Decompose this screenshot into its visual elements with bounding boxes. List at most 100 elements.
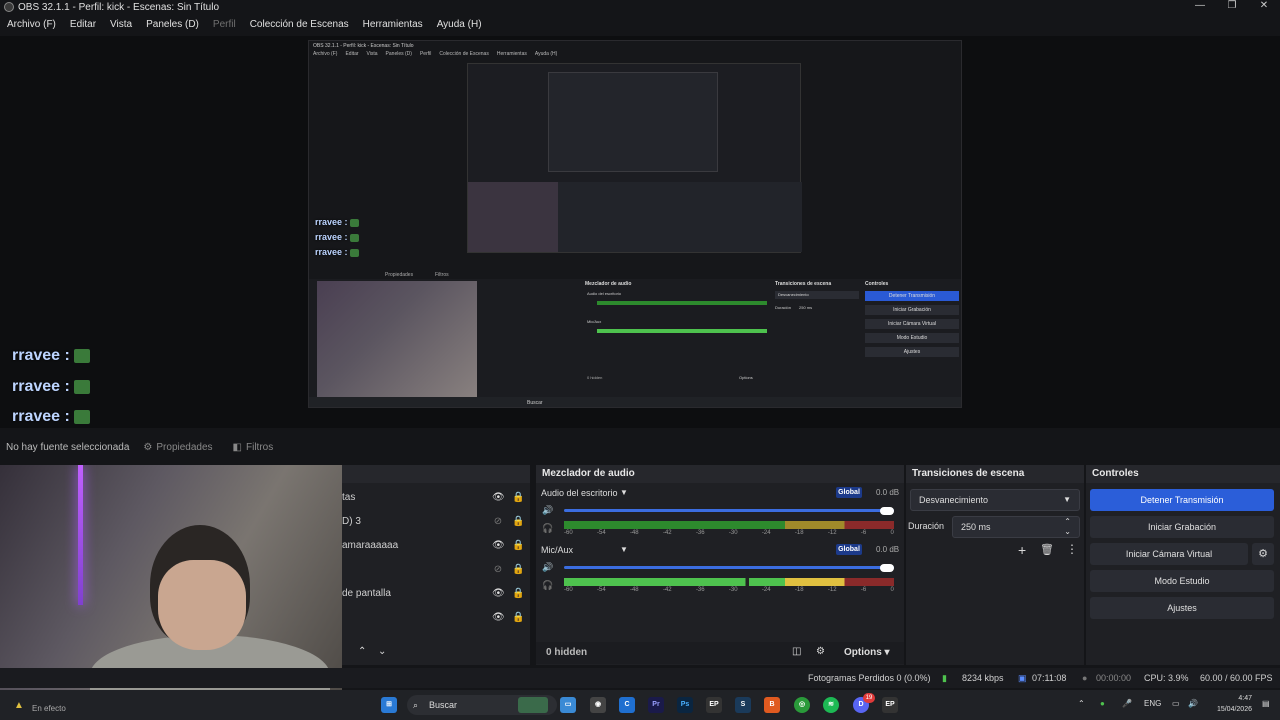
lock-icon[interactable]: 🔒: [512, 612, 524, 623]
language-label[interactable]: ENG: [1144, 699, 1161, 708]
obs-taskbar-icon[interactable]: ◉: [590, 697, 606, 713]
menu-archivo[interactable]: Archivo (F): [0, 16, 63, 34]
start-record-button[interactable]: Iniciar Grabación: [1090, 516, 1274, 538]
spotify-icon[interactable]: ≋: [823, 697, 839, 713]
layout-icon[interactable]: ◫: [792, 646, 801, 657]
nested-chat-user: rravee: [315, 232, 343, 242]
settings-button[interactable]: Ajustes: [1090, 597, 1274, 619]
speaker-icon[interactable]: 🔊: [1188, 699, 1198, 708]
menu-herramientas[interactable]: Herramientas: [356, 16, 430, 34]
nested-menu-perfil: Perfil: [419, 51, 432, 57]
lock-icon[interactable]: 🔒: [512, 540, 524, 551]
move-up-icon[interactable]: ⌃: [358, 646, 366, 657]
premiere-icon[interactable]: Pr: [648, 697, 664, 713]
lock-icon[interactable]: 🔒: [512, 516, 524, 527]
volume-knob[interactable]: [880, 564, 894, 572]
capcut-icon[interactable]: C: [619, 697, 635, 713]
transition-value: Desvanecimiento: [919, 495, 989, 505]
source-item[interactable]: tas: [342, 492, 355, 503]
chrome-icon[interactable]: ◎: [794, 697, 810, 713]
windows-start-icon[interactable]: ⊞: [381, 697, 397, 713]
mic-icon[interactable]: 🎤: [1122, 699, 1132, 708]
brave-icon[interactable]: B: [764, 697, 780, 713]
menu-paneles[interactable]: Paneles (D): [139, 16, 206, 34]
scale-tick: 0: [890, 530, 894, 536]
source-item[interactable]: de pantalla: [342, 588, 391, 599]
eye-hidden-icon[interactable]: ⊘: [492, 516, 504, 527]
monitor-icon[interactable]: 🎧: [542, 580, 553, 591]
led-strip: [78, 465, 83, 605]
maximize-icon[interactable]: ❐: [1216, 0, 1248, 11]
preview-canvas[interactable]: OBS 32.1.1 - Perfil: kick - Escenas: Sin…: [0, 36, 1280, 428]
minimize-icon[interactable]: —: [1184, 0, 1216, 11]
chevron-down-icon[interactable]: ▼: [620, 488, 628, 497]
epic-games-icon[interactable]: EP: [706, 697, 722, 713]
move-down-icon[interactable]: ⌄: [378, 646, 386, 657]
menu-editar[interactable]: Editar: [63, 16, 103, 34]
source-item[interactable]: D) 3: [342, 516, 361, 527]
start-virtual-cam-button[interactable]: Iniciar Cámara Virtual: [1090, 543, 1248, 565]
emote-icon: [74, 348, 91, 363]
eye-icon[interactable]: 👁: [492, 492, 505, 503]
steam-icon[interactable]: S: [735, 697, 751, 713]
volume-knob[interactable]: [880, 507, 894, 515]
monitor-icon[interactable]: 🎧: [542, 523, 553, 534]
nested-inner-panels: [558, 182, 802, 252]
nested-studio-mode: Modo Estudio: [865, 333, 959, 343]
close-icon[interactable]: ✕: [1248, 0, 1280, 11]
nested-menu-vista: Vista: [366, 51, 378, 57]
chevron-down-icon[interactable]: ▼: [620, 545, 628, 554]
eye-icon[interactable]: 👁: [492, 588, 505, 599]
menu-ayuda[interactable]: Ayuda (H): [430, 16, 489, 34]
duration-input[interactable]: 250 ms ⌃ ⌄: [952, 516, 1080, 538]
epic-games-icon-2[interactable]: EP: [882, 697, 898, 713]
notification-icon[interactable]: ▤: [1262, 699, 1270, 708]
nested-chat-sep: :: [344, 232, 348, 242]
source-toolbar: No hay fuente seleccionada ⚙ Propiedades …: [0, 436, 1280, 458]
scale-tick: 0: [890, 587, 894, 593]
widget-icon[interactable]: [518, 697, 548, 713]
network-icon[interactable]: ▭: [1172, 699, 1180, 708]
photoshop-icon[interactable]: Ps: [677, 697, 693, 713]
lock-icon[interactable]: 🔒: [512, 492, 524, 503]
volume-slider[interactable]: [564, 509, 894, 512]
add-icon[interactable]: +: [1018, 542, 1026, 558]
chevron-up-icon[interactable]: ⌃: [1078, 699, 1085, 708]
lock-icon[interactable]: 🔒: [512, 564, 524, 575]
emote-icon: [350, 233, 360, 242]
filters-button[interactable]: ◧ Filtros: [227, 440, 280, 455]
status-bar: Fotogramas Perdidos 0 (0.0%) ▮ 8234 kbps…: [0, 668, 1280, 688]
more-icon[interactable]: ⋮: [1066, 542, 1078, 556]
nested-inner-preview: [548, 72, 718, 172]
volume-slider[interactable]: [564, 566, 894, 569]
eye-icon[interactable]: 👁: [492, 612, 505, 623]
stop-stream-button[interactable]: Detener Transmisión: [1090, 489, 1274, 511]
menu-coleccion-escenas[interactable]: Colección de Escenas: [243, 16, 356, 34]
desktop-icon[interactable]: ▭: [560, 697, 576, 713]
options-button[interactable]: Options ▾: [844, 647, 890, 658]
advanced-audio-icon[interactable]: ⚙: [816, 646, 825, 657]
eye-icon[interactable]: 👁: [492, 540, 505, 551]
emote-icon: [74, 379, 91, 394]
menu-perfil[interactable]: Perfil: [206, 16, 243, 34]
studio-mode-button[interactable]: Modo Estudio: [1090, 570, 1274, 592]
properties-button[interactable]: ⚙ Propiedades: [137, 440, 218, 455]
eye-hidden-icon[interactable]: ⊘: [492, 564, 504, 575]
chat-line: rravee :: [12, 378, 91, 396]
weather-icon[interactable]: ▲: [14, 700, 24, 711]
transition-select[interactable]: Desvanecimiento ▼: [910, 489, 1080, 511]
trash-icon[interactable]: 🗑: [1040, 543, 1054, 556]
scale-tick: -60: [564, 587, 573, 593]
scale-tick: -12: [827, 530, 837, 536]
status-dot-icon[interactable]: ●: [1100, 699, 1105, 708]
virtual-cam-settings-icon[interactable]: ⚙: [1252, 543, 1274, 565]
source-item[interactable]: amaraaaaaa: [342, 540, 398, 551]
volume-icon[interactable]: 🔊: [542, 562, 553, 573]
options-label: Options: [844, 647, 882, 658]
lock-icon[interactable]: 🔒: [512, 588, 524, 599]
volume-icon[interactable]: 🔊: [542, 505, 553, 516]
taskbar-clock[interactable]: 4:47 15/04/2026: [1206, 693, 1252, 715]
menu-vista[interactable]: Vista: [103, 16, 139, 34]
controls-dock: Controles Detener Transmisión Iniciar Gr…: [1086, 465, 1280, 665]
scale-tick: -30: [728, 587, 738, 593]
